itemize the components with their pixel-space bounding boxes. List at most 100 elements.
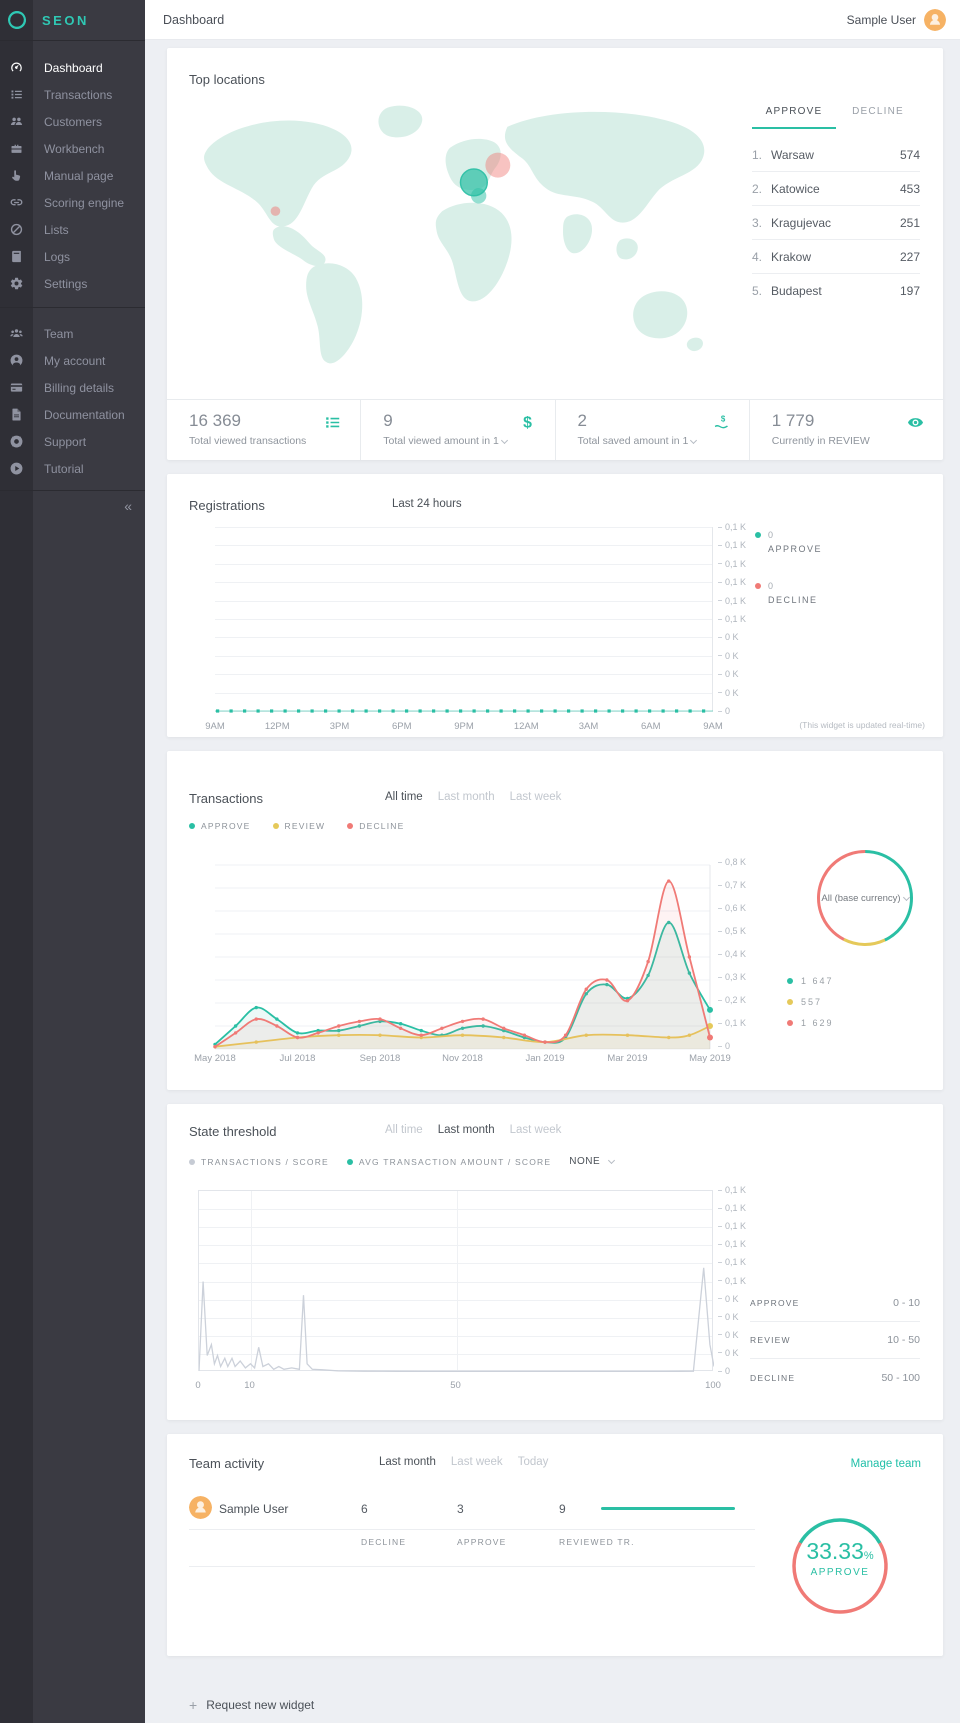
legend-dot bbox=[787, 1020, 793, 1026]
list-icon bbox=[323, 413, 342, 432]
stat-card[interactable]: 16 369Total viewed transactions bbox=[167, 400, 360, 460]
tab-approve[interactable]: APPROVE bbox=[752, 106, 836, 129]
top-locations-list: 1.Warsaw5742.Katowice4533.Kragujevac2514… bbox=[752, 138, 920, 308]
user-avatar[interactable] bbox=[924, 9, 946, 31]
donut-legend-value: 557 bbox=[801, 997, 822, 1007]
stat-card[interactable]: 9Total viewed amount in 1$ bbox=[360, 400, 554, 460]
sidebar-item-transactions[interactable]: Transactions bbox=[0, 81, 145, 108]
user-name[interactable]: Sample User bbox=[847, 13, 916, 27]
sidebar-item-tutorial[interactable]: Tutorial bbox=[0, 455, 145, 482]
y-axis-label: 0 bbox=[718, 1366, 730, 1376]
threshold-row[interactable]: APPROVE0 - 10 bbox=[750, 1285, 920, 1322]
threshold-row[interactable]: DECLINE50 - 100 bbox=[750, 1359, 920, 1396]
manage-team-link[interactable]: Manage team bbox=[851, 1458, 921, 1470]
x-axis-label: 9PM bbox=[434, 721, 494, 732]
sidebar-item-lists[interactable]: Lists bbox=[0, 216, 145, 243]
tab-last-week[interactable]: Last week bbox=[510, 791, 562, 803]
location-row[interactable]: 2.Katowice453 bbox=[752, 172, 920, 206]
stat-value: 1 779 bbox=[772, 411, 923, 431]
card-title: Top locations bbox=[189, 72, 265, 87]
location-count: 574 bbox=[900, 148, 920, 162]
sidebar-item-label: Lists bbox=[44, 223, 69, 237]
tab-decline[interactable]: DECLINE bbox=[836, 106, 920, 129]
y-axis-label: 0,1 K bbox=[718, 1257, 746, 1267]
gridline bbox=[215, 674, 713, 675]
x-axis-label: Sep 2018 bbox=[345, 1053, 415, 1064]
x-axis-label: 50 bbox=[441, 1380, 471, 1391]
location-city: Kragujevac bbox=[771, 216, 900, 230]
sidebar-item-label: Billing details bbox=[44, 381, 114, 395]
lists-icon bbox=[9, 222, 24, 237]
sidebar-item-customers[interactable]: Customers bbox=[0, 108, 145, 135]
stat-value: 16 369 bbox=[189, 411, 340, 431]
tab-last-week[interactable]: Last week bbox=[451, 1456, 503, 1468]
legend-label: DECLINE bbox=[359, 821, 404, 831]
donut-legend-value: 1 647 bbox=[801, 976, 834, 986]
sidebar-item-my-account[interactable]: My account bbox=[0, 347, 145, 374]
stat-label-text: Currently in REVIEW bbox=[772, 435, 870, 447]
percent-sign: % bbox=[864, 1550, 874, 1562]
tab-all-time[interactable]: All time bbox=[385, 791, 423, 803]
location-row[interactable]: 4.Krakow227 bbox=[752, 240, 920, 274]
brand-logo[interactable]: SEON bbox=[0, 0, 145, 41]
my-account-icon bbox=[9, 353, 24, 368]
location-row[interactable]: 1.Warsaw574 bbox=[752, 138, 920, 172]
tab-last-month[interactable]: Last month bbox=[379, 1456, 436, 1468]
column-header: APPROVE bbox=[457, 1537, 507, 1547]
tab-today[interactable]: Today bbox=[518, 1456, 549, 1468]
y-axis-label: 0 K bbox=[718, 651, 739, 661]
sidebar-item-dashboard[interactable]: Dashboard bbox=[0, 54, 145, 81]
world-map bbox=[187, 98, 732, 376]
sidebar-item-settings[interactable]: Settings bbox=[0, 270, 145, 297]
sidebar-item-label: Settings bbox=[44, 277, 87, 291]
request-widget-label: Request new widget bbox=[206, 1698, 314, 1712]
svg-text:$: $ bbox=[721, 415, 726, 424]
location-row[interactable]: 5.Budapest197 bbox=[752, 274, 920, 308]
sidebar-item-scoring-engine[interactable]: Scoring engine bbox=[0, 189, 145, 216]
request-new-widget-button[interactable]: + Request new widget bbox=[167, 1692, 943, 1718]
x-axis-label: Jul 2018 bbox=[263, 1053, 333, 1064]
sidebar-item-workbench[interactable]: Workbench bbox=[0, 135, 145, 162]
divider bbox=[189, 1529, 755, 1530]
gridline bbox=[215, 545, 713, 546]
currency-selector[interactable]: All (base currency) bbox=[807, 848, 923, 948]
legend-dot bbox=[189, 1159, 195, 1165]
sidebar-item-team[interactable]: Team bbox=[0, 320, 145, 347]
sidebar-item-manual-page[interactable]: Manual page bbox=[0, 162, 145, 189]
none-label: NONE bbox=[569, 1156, 600, 1167]
gridline bbox=[215, 637, 713, 638]
team-activity-card: Team activity Last monthLast weekToday M… bbox=[167, 1434, 943, 1656]
stat-card[interactable]: 2Total saved amount in 1$ bbox=[555, 400, 749, 460]
tab-last-month[interactable]: Last month bbox=[438, 791, 495, 803]
sidebar-item-billing-details[interactable]: Billing details bbox=[0, 374, 145, 401]
threshold-row[interactable]: REVIEW10 - 50 bbox=[750, 1322, 920, 1359]
approve-count: 3 bbox=[457, 1502, 464, 1516]
sidebar-secondary-menu: TeamMy account Billing details Documentati… bbox=[0, 320, 145, 482]
threshold-range: 0 - 10 bbox=[893, 1297, 920, 1309]
legend-dot bbox=[189, 823, 195, 829]
legend-label: DECLINE bbox=[768, 595, 822, 605]
tab-last-month[interactable]: Last month bbox=[438, 1124, 495, 1136]
column-header: DECLINE bbox=[361, 1537, 406, 1547]
tab-last-24-hours[interactable]: Last 24 hours bbox=[392, 498, 462, 510]
sidebar-item-label: Transactions bbox=[44, 88, 112, 102]
sidebar-collapse-button[interactable]: « bbox=[124, 498, 132, 514]
y-axis-label: 0,1 K bbox=[718, 1276, 746, 1286]
tab-all-time[interactable]: All time bbox=[385, 1124, 423, 1136]
stat-card[interactable]: 1 779 Currently in REVIEW bbox=[749, 400, 943, 460]
x-axis-label: 3PM bbox=[310, 721, 370, 732]
y-axis-label: 0,3 K bbox=[718, 972, 746, 982]
location-row[interactable]: 3.Kragujevac251 bbox=[752, 206, 920, 240]
sidebar-item-logs[interactable]: Logs bbox=[0, 243, 145, 270]
stat-label: Total viewed amount in 1 bbox=[383, 435, 534, 447]
top-locations-card: Top locations APPROVEDECLINE 1.Warsaw574… bbox=[167, 48, 943, 460]
sidebar-item-documentation[interactable]: Documentation bbox=[0, 401, 145, 428]
location-count: 251 bbox=[900, 216, 920, 230]
legend-label: TRANSACTIONS / SCORE bbox=[201, 1157, 329, 1167]
tab-last-week[interactable]: Last week bbox=[510, 1124, 562, 1136]
transactions-card: Transactions All timeLast monthLast week… bbox=[167, 751, 943, 1090]
sidebar-item-support[interactable]: Support bbox=[0, 428, 145, 455]
reviewed-count: 9 bbox=[559, 1502, 566, 1516]
threshold-range: 50 - 100 bbox=[881, 1372, 920, 1384]
score-field-selector[interactable]: NONE bbox=[569, 1156, 614, 1167]
